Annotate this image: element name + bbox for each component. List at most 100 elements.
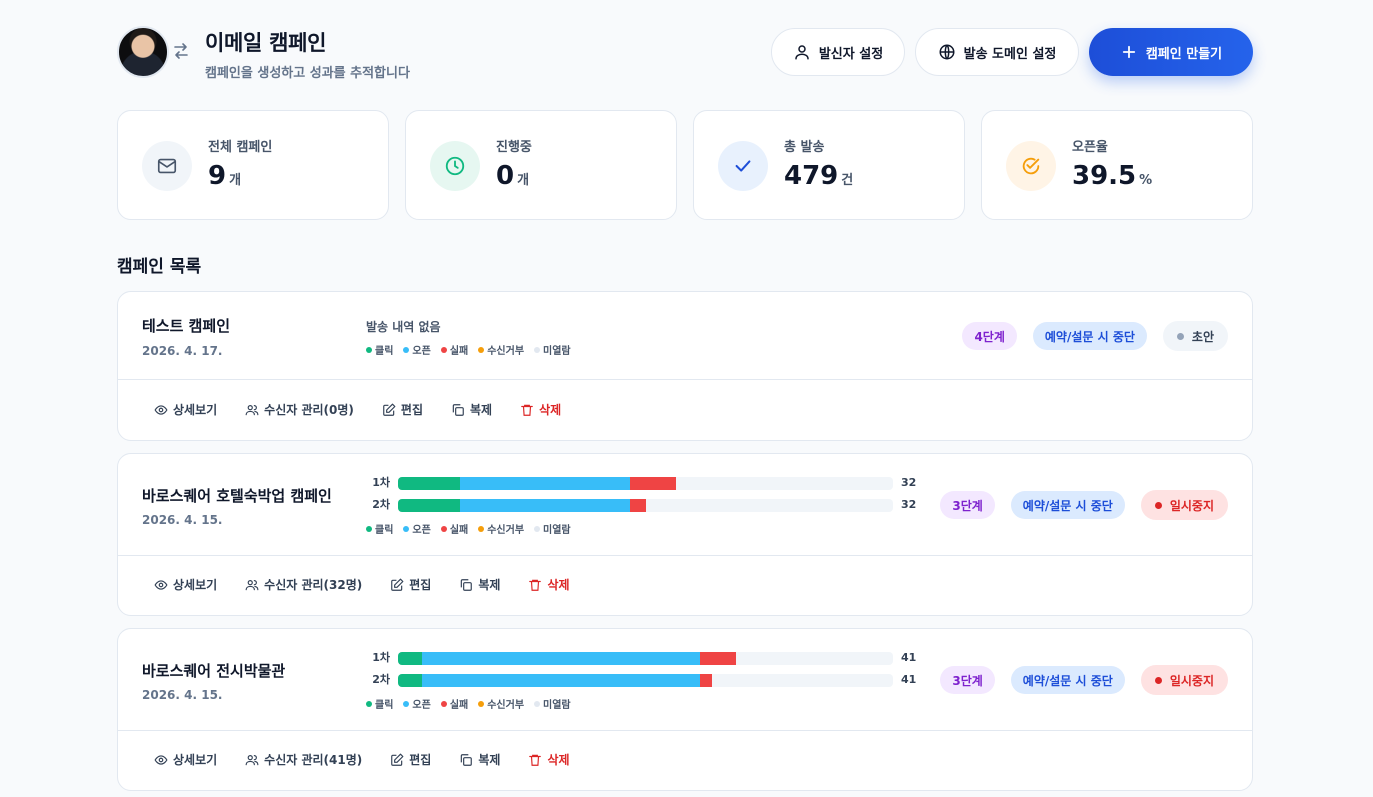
legend-fail: 실패	[440, 342, 468, 357]
copy-icon	[452, 403, 464, 416]
copy-button[interactable]: 복제	[459, 576, 500, 593]
campaign-summary: 바로스퀘어 호텔숙박업 캠페인 2026. 4. 15. 1차 32 2차 32…	[118, 454, 1252, 556]
detail-button[interactable]: 상세보기	[154, 401, 217, 418]
campaign-card[interactable]: 바로스퀘어 전시박물관 2026. 4. 15. 1차 41 2차 41 클릭 …	[117, 628, 1253, 791]
stat-value: 39.5%	[1072, 161, 1153, 191]
legend-fail: 실패	[440, 696, 468, 711]
bar-segment-fail	[699, 674, 712, 687]
legend-unread: 미열람	[534, 521, 571, 536]
bar-segment-click	[398, 499, 460, 512]
legend-unsubscribe: 수신거부	[478, 342, 524, 357]
chart-legend: 클릭 오픈 실패 수신거부 미열람	[366, 696, 571, 711]
round-label: 1차	[372, 651, 390, 664]
sender-settings-button[interactable]: 발신자 설정	[771, 28, 905, 76]
globe-icon	[939, 44, 955, 60]
edit-button[interactable]: 편집	[390, 751, 431, 768]
page-title: 이메일 캠페인	[205, 31, 327, 55]
status-badge: 일시중지	[1140, 665, 1228, 695]
eye-icon	[154, 404, 168, 415]
bar-segment-click	[398, 652, 423, 665]
create-campaign-label: 캠페인 만들기	[1145, 46, 1223, 62]
step-badge: 4단계	[962, 322, 1017, 350]
recipients-button[interactable]: 수신자 관리(41명)	[245, 751, 362, 768]
stat-label: 진행중	[496, 140, 532, 155]
round-label: 2차	[372, 498, 390, 511]
bar-segment-open	[459, 499, 631, 512]
campaign-actions: 상세보기 수신자 관리(0명) 편집 복제 삭제	[154, 401, 561, 418]
legend-unread: 미열람	[534, 696, 571, 711]
stat-card-active: 진행중 0개	[405, 110, 677, 220]
delete-button[interactable]: 삭제	[528, 751, 570, 768]
campaign-name[interactable]: 바로스퀘어 호텔숙박업 캠페인	[142, 485, 332, 506]
delete-button[interactable]: 삭제	[520, 401, 561, 418]
edit-button[interactable]: 편집	[382, 401, 423, 418]
round-label: 2차	[372, 673, 390, 686]
legend-unsubscribe: 수신거부	[478, 521, 524, 536]
campaign-date: 2026. 4. 17.	[142, 344, 223, 358]
copy-icon	[461, 753, 473, 766]
copy-button[interactable]: 복제	[459, 751, 500, 768]
copy-icon	[461, 578, 473, 591]
domain-settings-button[interactable]: 발송 도메인 설정	[915, 28, 1079, 76]
stats-row: 전체 캠페인 9개 진행중 0개 총 발송 479 건 오픈율 39.5%	[117, 110, 1253, 220]
recipients-button[interactable]: 수신자 관리(0명)	[245, 401, 354, 418]
trash-icon	[521, 404, 533, 416]
trash-icon	[529, 579, 542, 591]
rule-badge: 예약/설문 시 중단	[1010, 666, 1125, 694]
stat-value: 479 건	[784, 161, 854, 191]
users-icon	[245, 404, 259, 415]
chart-legend: 클릭 오픈 실패 수신거부 미열람	[366, 521, 571, 536]
rule-badge: 예약/설문 시 중단	[1032, 322, 1147, 350]
bar-segment-fail	[630, 477, 677, 490]
campaign-card[interactable]: 바로스퀘어 호텔숙박업 캠페인 2026. 4. 15. 1차 32 2차 32…	[117, 453, 1253, 616]
round-bar	[398, 674, 893, 687]
edit-icon	[391, 578, 404, 591]
step-badge: 3단계	[940, 491, 995, 519]
round-total: 41	[901, 651, 917, 664]
campaign-date: 2026. 4. 15.	[142, 513, 223, 527]
campaign-name[interactable]: 바로스퀘어 전시박물관	[142, 660, 285, 681]
campaign-name[interactable]: 테스트 캠페인	[142, 315, 230, 336]
recipients-button[interactable]: 수신자 관리(32명)	[245, 576, 362, 593]
round-total: 32	[901, 498, 917, 511]
edit-button[interactable]: 편집	[390, 576, 431, 593]
campaign-card[interactable]: 테스트 캠페인 2026. 4. 17. 발송 내역 없음 클릭 오픈 실패 수…	[117, 291, 1253, 441]
status-badge: 초안	[1162, 321, 1228, 351]
bar-segment-click	[398, 674, 423, 687]
chart-legend: 클릭 오픈 실패 수신거부 미열람	[366, 342, 571, 357]
stat-card-total: 전체 캠페인 9개	[117, 110, 389, 220]
legend-click: 클릭	[366, 521, 393, 536]
copy-button[interactable]: 복제	[451, 401, 492, 418]
stat-value: 0개	[496, 161, 530, 191]
no-send-message: 발송 내역 없음	[366, 320, 441, 334]
round-bar	[398, 499, 893, 512]
round-total: 41	[901, 673, 917, 686]
legend-open: 오픈	[403, 342, 431, 357]
delete-button[interactable]: 삭제	[528, 576, 570, 593]
swap-icon[interactable]	[173, 42, 189, 60]
legend-open: 오픈	[403, 521, 431, 536]
bar-segment-fail	[699, 652, 737, 665]
stat-label: 전체 캠페인	[208, 140, 273, 155]
stat-value: 9개	[208, 161, 242, 191]
campaign-badges: 4단계 예약/설문 시 중단 초안	[962, 321, 1228, 351]
bar-segment-open	[422, 652, 700, 665]
detail-button[interactable]: 상세보기	[154, 576, 217, 593]
campaign-summary: 바로스퀘어 전시박물관 2026. 4. 15. 1차 41 2차 41 클릭 …	[118, 629, 1252, 731]
legend-click: 클릭	[366, 696, 393, 711]
edit-icon	[383, 403, 396, 416]
user-icon	[795, 45, 809, 60]
avatar[interactable]	[117, 26, 169, 78]
page: 이메일 캠페인 캠페인을 생성하고 성과를 추적합니다 발신자 설정 발송 도메…	[117, 0, 1253, 791]
clock-icon	[430, 141, 480, 191]
bar-segment-open	[422, 674, 700, 687]
campaign-actions: 상세보기 수신자 관리(32명) 편집 복제 삭제	[154, 576, 570, 593]
check-icon	[718, 141, 768, 191]
check-circle-icon	[1006, 141, 1056, 191]
legend-click: 클릭	[366, 342, 393, 357]
detail-button[interactable]: 상세보기	[154, 751, 217, 768]
trash-icon	[529, 754, 542, 766]
create-campaign-button[interactable]: 캠페인 만들기	[1089, 28, 1253, 76]
status-badge: 일시중지	[1140, 490, 1228, 520]
bar-segment-click	[398, 477, 460, 490]
